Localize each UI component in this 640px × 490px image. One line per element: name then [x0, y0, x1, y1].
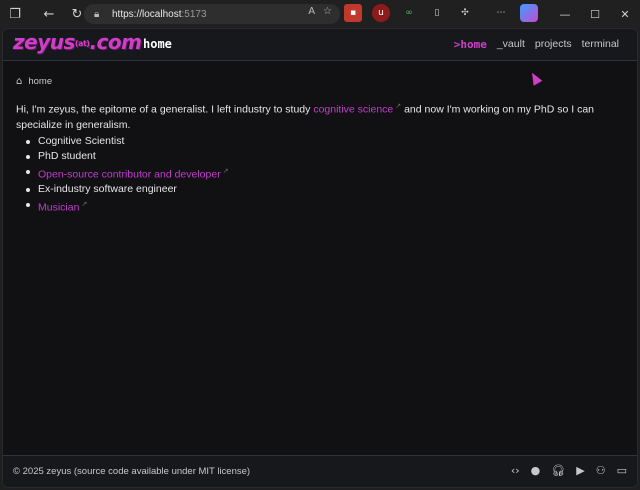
- external-link-icon: ↗: [222, 167, 229, 175]
- read-aloud-icon[interactable]: A: [308, 6, 315, 17]
- lock-icon: 🔒︎: [94, 8, 100, 20]
- extension-red-icon[interactable]: ▪: [344, 4, 362, 22]
- musician-link[interactable]: Musician: [38, 202, 79, 214]
- code-icon[interactable]: ‹›: [511, 464, 520, 477]
- video-icon[interactable]: ▭: [617, 464, 627, 477]
- community-icon[interactable]: ⚇: [596, 464, 606, 477]
- tab-actions-icon[interactable]: ❐: [2, 1, 28, 27]
- facts-list: Cognitive Scientist PhD student Open-sou…: [16, 134, 626, 216]
- copilot-icon[interactable]: [520, 4, 538, 22]
- extension-glasses-icon[interactable]: ∞: [400, 4, 418, 22]
- copyright-text: © 2025 zeyus (source code available unde…: [13, 466, 251, 477]
- home-icon: ⌂: [16, 76, 23, 87]
- address-bar[interactable]: 🔒︎ https://localhost:5173 A ☆: [84, 4, 340, 24]
- nav-vault[interactable]: _vault: [497, 38, 525, 51]
- url-text: https://localhost:5173: [112, 8, 207, 20]
- page-viewport: zeyus(at).com home >home _vault projects…: [2, 28, 638, 488]
- list-item: Ex-industry software engineer: [16, 182, 626, 197]
- page-title: home: [143, 37, 172, 51]
- github-icon[interactable]: ●: [531, 464, 541, 477]
- nav-projects[interactable]: projects: [535, 38, 572, 51]
- ublock-icon[interactable]: u: [372, 4, 390, 22]
- headphones-icon[interactable]: 🎧︎: [551, 464, 565, 477]
- list-item: Cognitive Scientist: [16, 134, 626, 149]
- intro-paragraph: Hi, I'm zeyus, the epitome of a generali…: [16, 103, 594, 131]
- menu-dots-icon[interactable]: ⋯: [492, 4, 510, 22]
- list-item: Musician ↗: [16, 197, 626, 216]
- open-source-link[interactable]: Open-source contributor and developer: [38, 168, 221, 180]
- main-nav: >home _vault projects terminal: [454, 38, 619, 51]
- maximize-icon[interactable]: ☐: [580, 0, 610, 28]
- nav-terminal[interactable]: terminal: [582, 38, 619, 51]
- site-logo[interactable]: zeyus(at).com: [13, 30, 142, 54]
- list-item: Open-source contributor and developer ↗: [16, 164, 626, 183]
- external-link-icon: ↗: [81, 201, 88, 208]
- site-footer: © 2025 zeyus (source code available unde…: [3, 455, 637, 487]
- social-links: ‹› ● 🎧︎ ▶ ⚇ ▭: [511, 464, 627, 477]
- document-icon[interactable]: ▯: [428, 4, 446, 22]
- list-item: PhD student: [16, 149, 626, 164]
- site-header: zeyus(at).com home >home _vault projects…: [3, 29, 637, 61]
- youtube-icon[interactable]: ▶: [576, 464, 584, 477]
- back-icon[interactable]: ←: [36, 1, 62, 27]
- main-content: Hi, I'm zeyus, the epitome of a generali…: [16, 99, 626, 216]
- nav-home[interactable]: >home: [454, 38, 487, 51]
- favorite-star-icon[interactable]: ☆: [323, 6, 332, 17]
- minimize-icon[interactable]: —: [550, 0, 580, 28]
- close-icon[interactable]: ✕: [610, 0, 640, 28]
- breadcrumb-home[interactable]: home: [28, 76, 52, 87]
- browser-toolbar: ❐ ← ↻ 🔒︎ https://localhost:5173 A ☆ ▪ u …: [0, 0, 640, 28]
- cognitive-science-link[interactable]: cognitive science: [313, 104, 393, 116]
- breadcrumb: ⌂ home: [16, 76, 52, 87]
- extensions-puzzle-icon[interactable]: ✣: [456, 4, 474, 22]
